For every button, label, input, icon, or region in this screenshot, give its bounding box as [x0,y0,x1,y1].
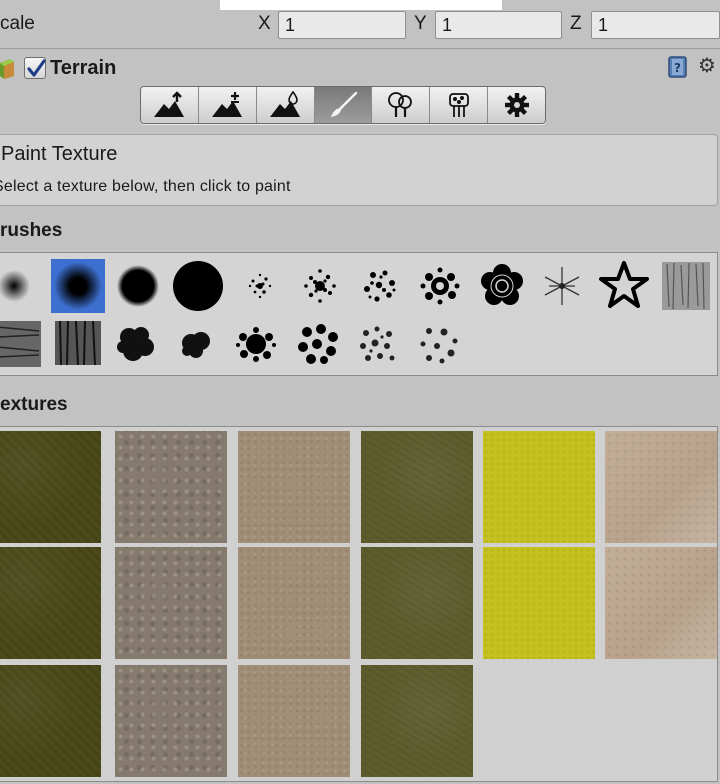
brush-rock-1[interactable] [351,317,405,371]
brush-dots-icon [298,324,338,364]
brush-dots[interactable] [291,317,345,371]
terrain-settings-button[interactable] [488,87,545,123]
paint-texture-description: Select a texture below, then click to pa… [0,178,291,195]
svg-text:?: ? [674,61,681,75]
brush-star-icon [599,261,649,308]
brush-grid [0,252,718,376]
component-title: Terrain [50,57,117,79]
texture-grass[interactable] [0,431,101,543]
brush-splatter-1-icon [236,327,276,362]
brush-scatter-1[interactable] [233,259,287,313]
brushes-section-label: rushes [0,220,63,241]
brush-scatter-3[interactable] [353,259,407,313]
brush-texture-1-icon [662,262,710,310]
brush-hard-large-icon [173,261,223,311]
texture-pebble[interactable] [115,431,227,543]
texture-yellow-grass[interactable] [483,547,595,659]
brush-cloud-1-icon [117,327,154,361]
brush-hard-large[interactable] [171,259,225,313]
terrain-tool-toolbar [140,86,546,124]
enabled-checkbox[interactable] [24,57,46,79]
raise-lower-terrain-button[interactable] [141,87,199,123]
terrain-component-header: Terrain ? ⚙ [0,48,720,86]
brush-scatter-2[interactable] [293,259,347,313]
brush-cloud-2[interactable] [169,317,223,371]
x-label: X [258,13,271,34]
scale-y-input[interactable]: 1 [435,11,562,39]
terrain-cube-icon [0,59,14,79]
brush-scatter-4-icon [420,267,460,305]
scale-z-input[interactable]: 1 [591,11,720,39]
brush-soft-medium-icon [54,262,102,310]
mountain-drop-icon [270,91,301,117]
top-field-edge [220,0,502,10]
brush-soft-medium[interactable] [51,259,105,313]
brush-starburst[interactable] [535,259,589,313]
brush-scatter-4[interactable] [413,259,467,313]
trees-icon [387,92,412,117]
help-book-icon[interactable]: ? [667,55,689,79]
paint-height-button[interactable] [198,87,257,123]
textures-section-label: extures [0,394,68,415]
scale-row: cale X 1 Y 1 Z 1 [0,0,720,48]
brush-rock-2[interactable] [411,317,465,371]
brush-texture-3[interactable] [51,317,105,371]
component-settings-gear-icon[interactable]: ⚙ [698,53,716,78]
brush-splatter-1[interactable] [229,317,283,371]
brush-soft-small-icon [0,270,30,302]
checkmark-icon [27,59,46,77]
brush-rock-2-icon [420,328,458,364]
brush-hard-medium-icon [117,265,159,307]
texture-light-sand[interactable] [605,547,717,659]
texture-light-sand[interactable] [605,431,717,543]
texture-moss[interactable] [361,431,473,543]
texture-pebble[interactable] [115,665,227,777]
brush-flower-icon [481,264,523,305]
smooth-height-button[interactable] [256,87,315,123]
brush-cloud-2-icon [182,332,210,358]
texture-sand[interactable] [238,431,350,543]
brush-star[interactable] [597,259,651,313]
brush-texture-3-icon [55,320,101,366]
paint-texture-button[interactable] [314,87,373,123]
texture-grass[interactable] [0,665,101,777]
place-trees-button[interactable] [372,87,431,123]
y-label: Y [414,13,427,34]
paint-details-button[interactable] [430,87,489,123]
brush-texture-2-icon [0,321,41,367]
texture-grid [0,426,718,782]
texture-grass[interactable] [0,547,101,659]
brush-soft-small[interactable] [0,259,41,313]
brush-cloud-1[interactable] [109,317,163,371]
texture-sand[interactable] [238,547,350,659]
texture-yellow-grass[interactable] [483,431,595,543]
texture-sand[interactable] [238,665,350,777]
brush-starburst-icon [544,267,580,305]
scale-label: cale [0,13,35,34]
brush-texture-1[interactable] [659,259,713,313]
texture-pebble[interactable] [115,547,227,659]
flowers-icon [448,93,469,117]
brush-rock-1-icon [360,326,395,361]
texture-moss[interactable] [361,665,473,777]
paint-texture-title: Paint Texture [1,143,118,165]
brush-scatter-2-icon [304,269,336,303]
z-label: Z [570,13,582,34]
brush-scatter-1-icon [248,273,272,299]
gear-icon [504,93,529,117]
brush-flower[interactable] [475,259,529,313]
paintbrush-icon [331,91,358,117]
brush-texture-2[interactable] [0,317,45,371]
mountain-plus-icon [212,92,243,117]
brush-scatter-3-icon [364,270,396,302]
mountain-up-arrow-icon [154,91,185,117]
scale-x-input[interactable]: 1 [278,11,406,39]
texture-moss[interactable] [361,547,473,659]
paint-texture-info-box: Paint Texture Select a texture below, th… [0,134,718,206]
brush-hard-medium[interactable] [111,259,165,313]
